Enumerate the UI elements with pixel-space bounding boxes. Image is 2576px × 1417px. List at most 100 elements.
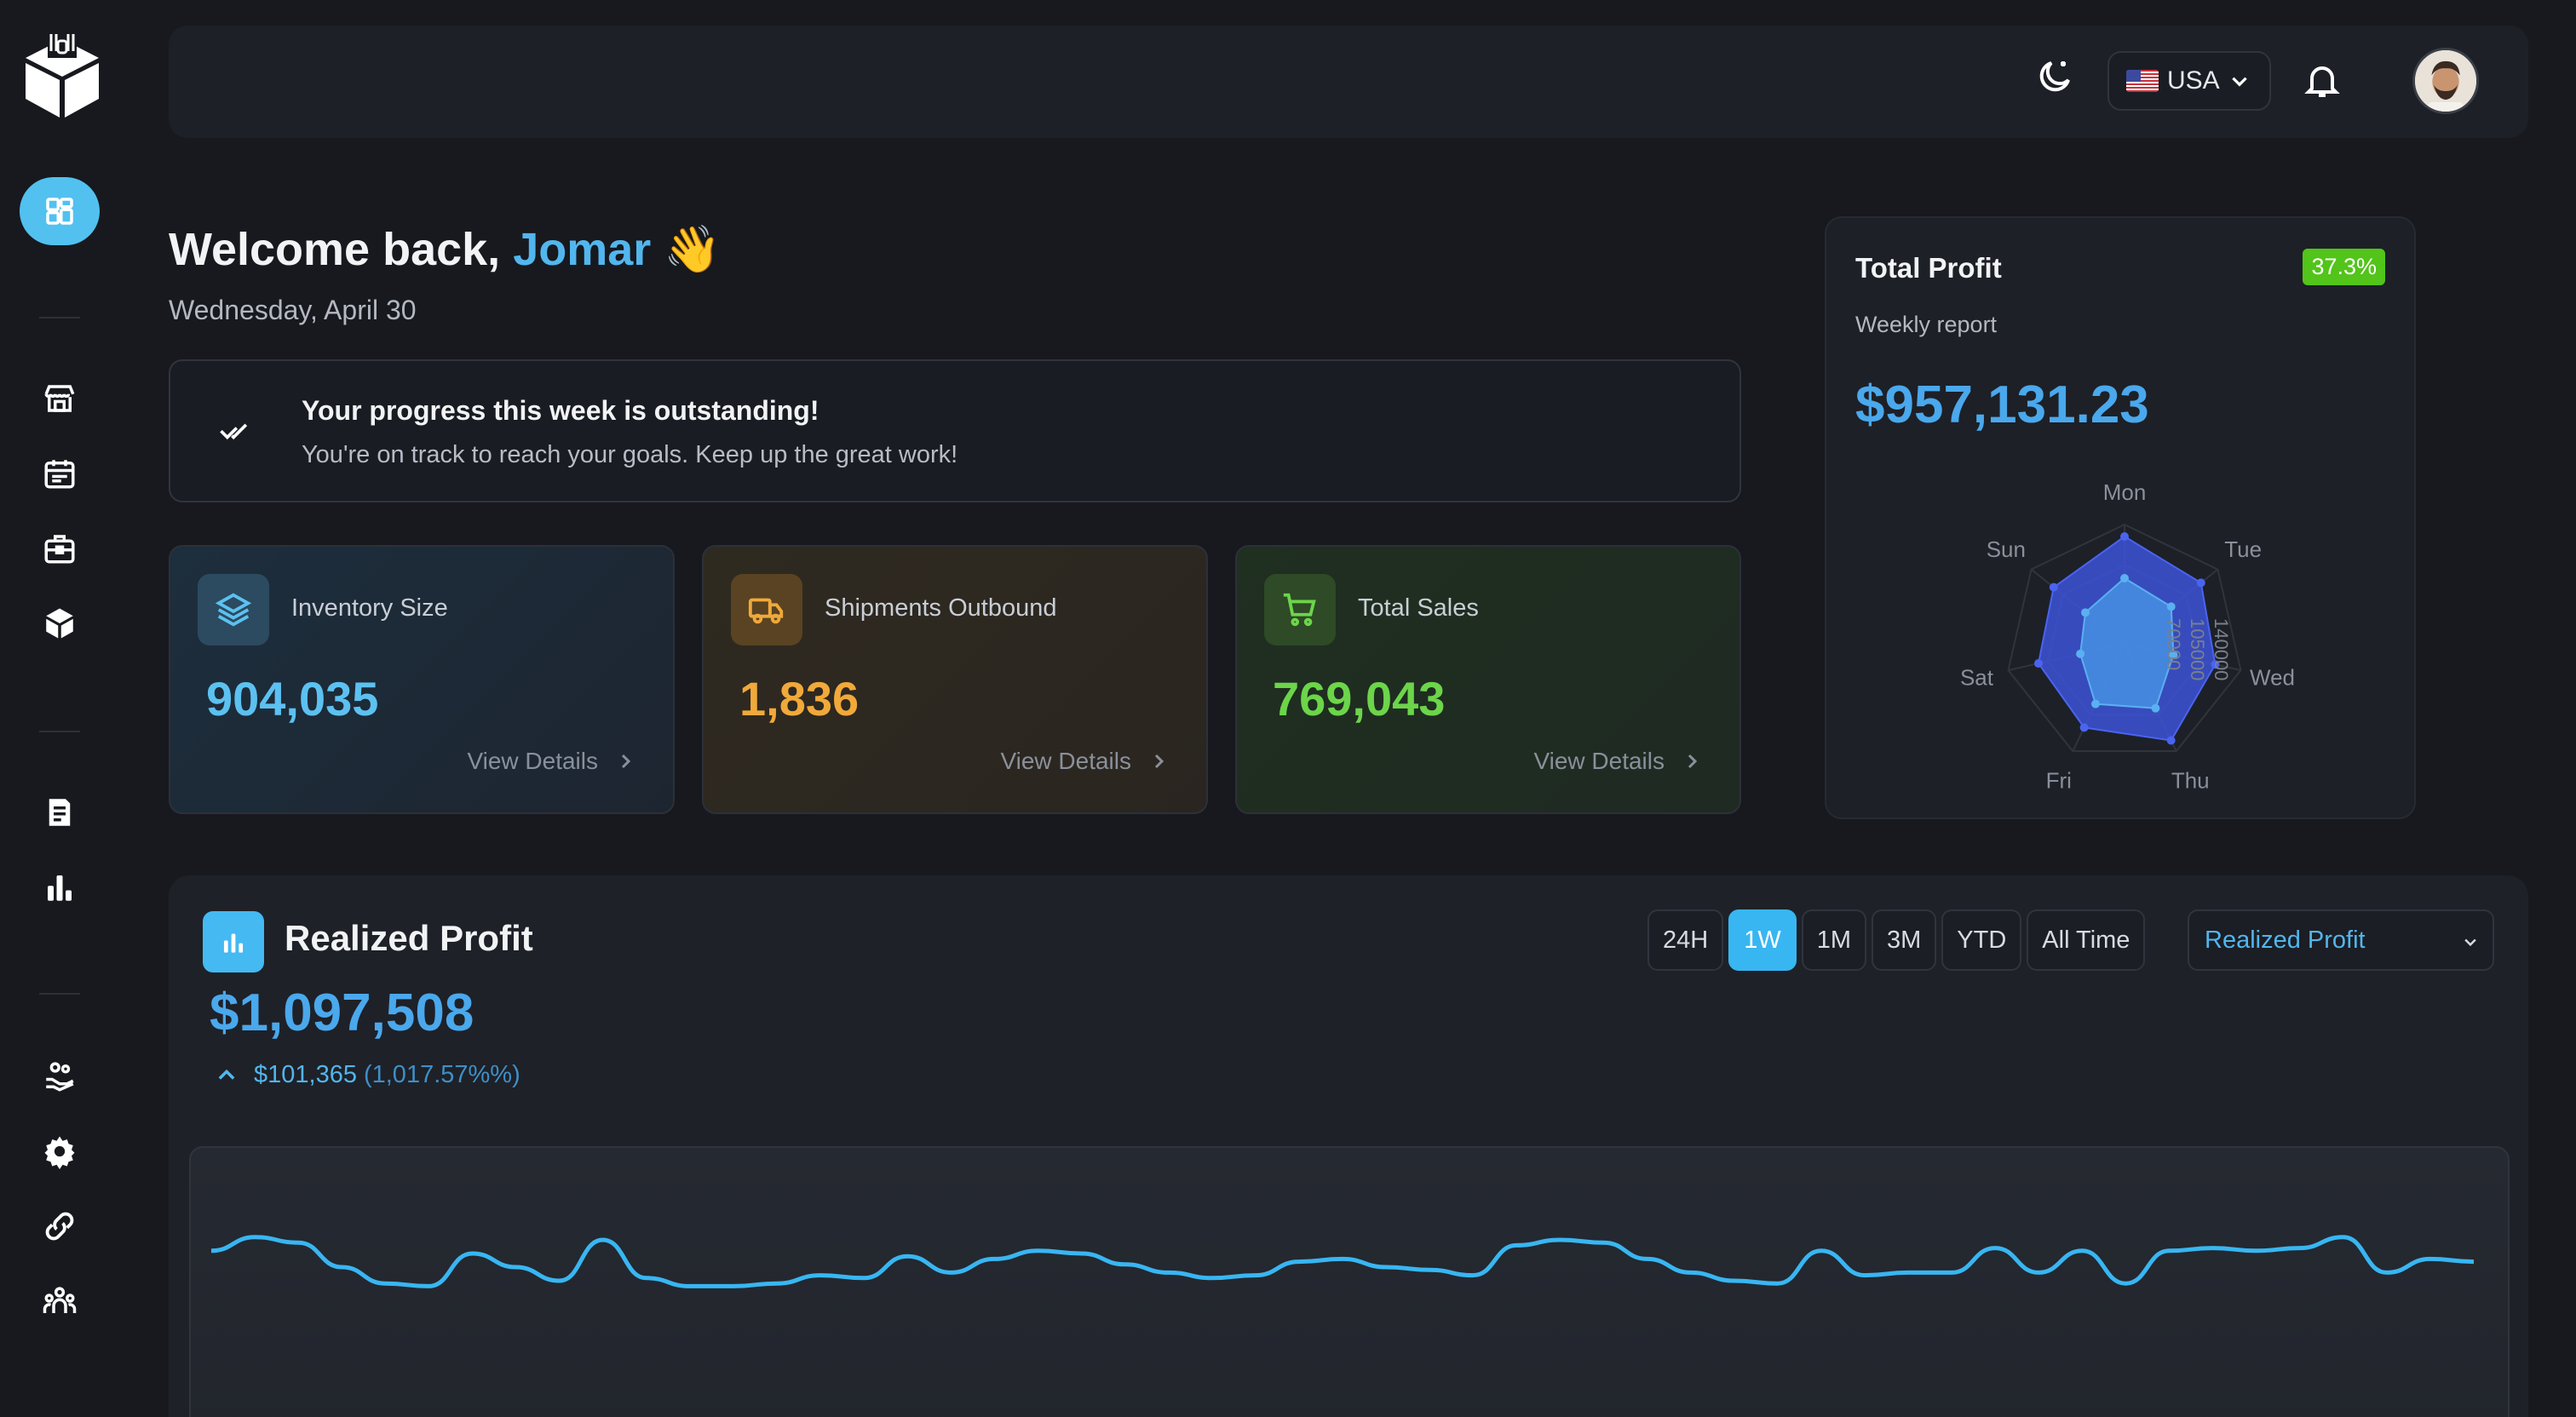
current-date: Wednesday, April 30 (169, 295, 417, 325)
avatar-face-icon (2415, 50, 2476, 112)
box-icon (46, 608, 73, 639)
progress-title: Your progress this week is outstanding! (302, 395, 819, 426)
realized-profit-chart (189, 1146, 2510, 1417)
briefcase-icon (44, 535, 75, 564)
view-details-link[interactable]: View Details (1000, 748, 1169, 775)
view-details-link[interactable]: View Details (1533, 748, 1702, 775)
radar-point (2166, 602, 2176, 611)
country-label: USA (2167, 66, 2220, 95)
sales-icon-badge (1264, 574, 1336, 645)
radar-axis-label: Tue (2224, 536, 2262, 562)
sidebar-item-briefcase[interactable] (39, 528, 80, 569)
radar-point (2120, 574, 2129, 582)
radar-point (2196, 578, 2205, 588)
radar-point (2166, 736, 2176, 745)
team-icon (43, 1287, 77, 1313)
report-icon (49, 799, 71, 826)
view-details-label: View Details (467, 748, 598, 774)
link-icon (45, 1212, 74, 1241)
change-percent: (1,017.57%%) (363, 1061, 520, 1088)
stat-label: Inventory Size (291, 594, 448, 622)
stat-value: 1,836 (739, 672, 860, 726)
radar-axis-label: Thu (2171, 767, 2210, 793)
time-range-selector: 24H 1W 1M 3M YTD All Time (1647, 909, 2146, 971)
total-profit-card: Total Profit 37.3% Weekly report $957,13… (1825, 216, 2416, 819)
range-button-1m[interactable]: 1M (1801, 909, 1866, 971)
radar-axis-label: Sun (1987, 536, 2026, 562)
radar-point (2079, 723, 2089, 732)
handshake-icon (46, 1062, 74, 1092)
dashboard-icon (46, 198, 73, 225)
chevron-down-icon (2464, 938, 2476, 947)
stat-value: 769,043 (1273, 672, 1446, 726)
range-button-24h[interactable]: 24H (1647, 909, 1724, 971)
user-avatar[interactable] (2412, 48, 2479, 114)
radar-tick-label: 105000 (2187, 618, 2208, 680)
range-button-all-time[interactable]: All Time (2027, 909, 2146, 971)
radar-tick-label: 70000 (2163, 618, 2184, 670)
profit-line-series (210, 1235, 2475, 1288)
view-details-label: View Details (1533, 748, 1665, 774)
realized-profit-icon-badge (203, 911, 264, 972)
layers-icon (215, 593, 252, 627)
radar-point (2090, 699, 2100, 708)
range-button-3m[interactable]: 3M (1872, 909, 1937, 971)
sidebar-divider (39, 317, 80, 318)
truck-icon (748, 598, 784, 624)
sidebar-item-settings[interactable] (39, 1131, 80, 1172)
notification-bell-icon[interactable] (2302, 60, 2343, 100)
radar-point (2033, 659, 2043, 668)
inventory-icon-badge (198, 574, 269, 645)
realized-profit-value: $1,097,508 (210, 984, 474, 1042)
line-chart-svg (210, 1235, 2475, 1288)
range-button-ytd[interactable]: YTD (1941, 909, 2022, 971)
profit-growth-badge: 37.3% (2303, 249, 2385, 285)
stat-label: Total Sales (1358, 594, 1479, 622)
sidebar-item-dashboard[interactable] (20, 177, 100, 245)
view-details-label: View Details (1000, 748, 1131, 774)
radar-point (2151, 703, 2160, 713)
bar-chart-icon (223, 933, 244, 953)
realized-profit-panel: Realized Profit $1,097,508 $101,365 (1,0… (169, 875, 2528, 1417)
country-selector[interactable]: USA (2107, 51, 2271, 111)
sidebar-item-partners[interactable] (39, 1056, 80, 1097)
change-amount: $101,365 (254, 1061, 357, 1088)
sidebar-item-analytics[interactable] (39, 867, 80, 908)
stat-value: 904,035 (206, 672, 379, 726)
chevron-right-icon (1688, 754, 1698, 769)
radar-tick-label: 140000 (2211, 618, 2232, 680)
sidebar-item-team[interactable] (39, 1281, 80, 1322)
progress-text: You're on track to reach your goals. Kee… (302, 441, 958, 468)
double-check-icon (220, 423, 248, 440)
total-profit-amount: $957,131.23 (1855, 376, 2149, 434)
radar-point (2076, 649, 2085, 658)
metric-select-value: Realized Profit (2205, 926, 2366, 954)
metric-select[interactable]: Realized Profit (2188, 909, 2494, 971)
chevron-right-icon (1154, 754, 1164, 769)
weekly-report-label: Weekly report (1855, 312, 1998, 337)
theme-toggle-icon[interactable] (2034, 56, 2075, 97)
radar-point (2081, 608, 2090, 617)
us-flag-icon (2126, 70, 2159, 92)
sidebar-item-store[interactable] (39, 378, 80, 419)
user-name: Jomar (513, 224, 652, 275)
welcome-heading: Welcome back, Jomar 👋 (169, 223, 722, 277)
store-icon (44, 385, 75, 412)
view-details-link[interactable]: View Details (467, 748, 635, 775)
logo-icon (26, 34, 99, 118)
range-button-1w[interactable]: 1W (1728, 909, 1797, 971)
sidebar-item-box[interactable] (39, 603, 80, 644)
radar-point (2049, 582, 2058, 592)
sidebar-item-reports[interactable] (39, 792, 80, 833)
welcome-greeting: Welcome back, (169, 224, 501, 275)
radar-axis-label: Fri (2046, 767, 2072, 793)
progress-banner: Your progress this week is outstanding! … (169, 359, 1741, 502)
sidebar-item-calendar[interactable] (39, 453, 80, 494)
chevron-right-icon (621, 754, 631, 769)
calendar-icon (44, 460, 75, 489)
sidebar-divider (39, 993, 80, 995)
sidebar (0, 0, 119, 1417)
chevron-up-icon (218, 1069, 235, 1080)
sidebar-item-integrations[interactable] (39, 1206, 80, 1247)
shopping-cart-icon (1283, 593, 1316, 627)
